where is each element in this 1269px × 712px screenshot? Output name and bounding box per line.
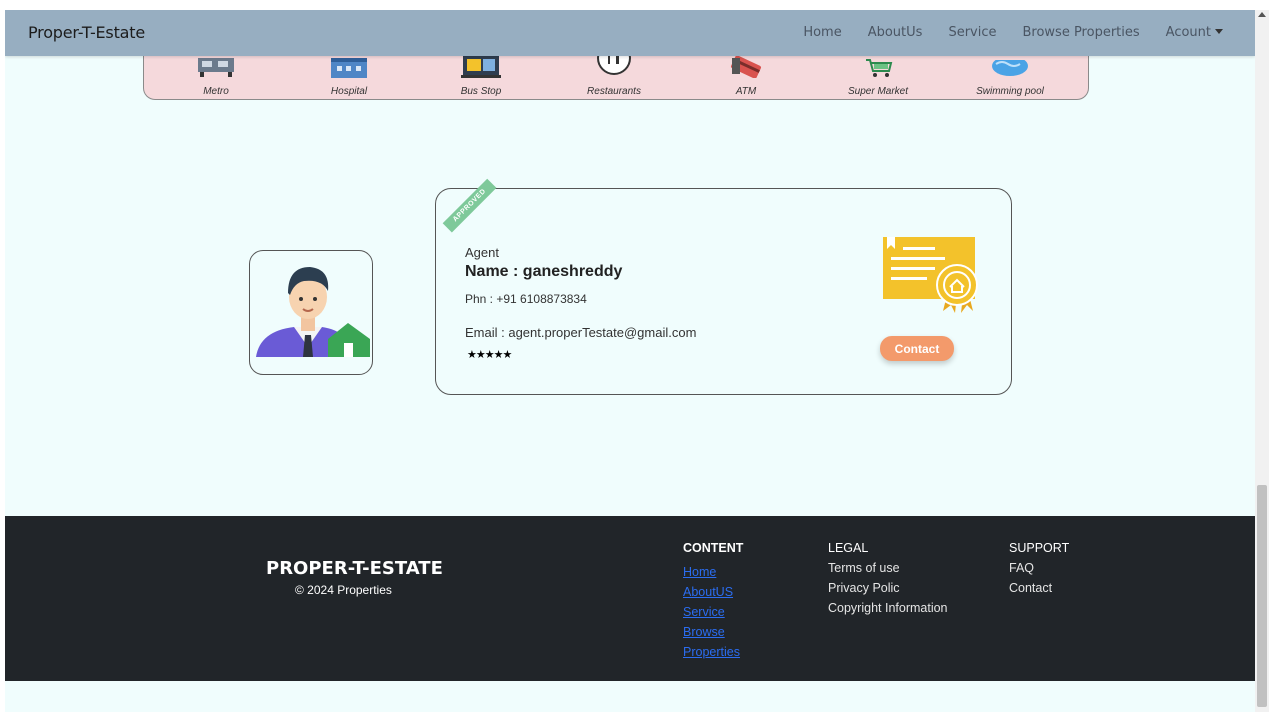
agent-name: Name : ganeshreddy xyxy=(465,263,623,280)
nav-home[interactable]: Home xyxy=(803,25,841,40)
footer-support-column: SUPPORT FAQ Contact xyxy=(1009,538,1069,598)
footer-privacy-link[interactable]: Privacy Polic xyxy=(828,578,948,598)
amenity-label: Metro xyxy=(203,86,229,97)
footer-link-aboutus[interactable]: AboutUS xyxy=(683,582,743,602)
footer-link-service[interactable]: Service xyxy=(683,602,743,622)
agent-avatar-icon xyxy=(256,267,370,357)
footer-copyright: © 2024 Properties xyxy=(295,583,392,597)
footer: PROPER-T-ESTATE © 2024 Properties CONTEN… xyxy=(5,516,1255,681)
footer-faq-link[interactable]: FAQ xyxy=(1009,558,1069,578)
contact-button[interactable]: Contact xyxy=(880,336,954,361)
scroll-thumb[interactable] xyxy=(1257,485,1267,707)
nav-browse-properties[interactable]: Browse Properties xyxy=(1022,25,1139,40)
navbar-brand[interactable]: Proper-T-Estate xyxy=(28,23,145,42)
agent-label: Agent xyxy=(465,245,499,260)
caret-down-icon xyxy=(1215,29,1223,34)
agent-phone: Phn : +91 6108873834 xyxy=(465,292,587,306)
navbar: Proper-T-Estate Home AboutUs Service Bro… xyxy=(5,10,1255,56)
nav-account-dropdown[interactable]: Acount xyxy=(1166,25,1223,40)
footer-link-browse[interactable]: Browse xyxy=(683,622,743,642)
agent-avatar xyxy=(249,250,373,375)
footer-link-properties[interactable]: Properties xyxy=(683,642,743,662)
footer-link-home[interactable]: Home xyxy=(683,562,743,582)
amenity-label: Swimming pool xyxy=(976,86,1044,97)
amenity-label: Hospital xyxy=(330,86,368,97)
agent-rating-stars: ★★★★★ xyxy=(467,349,512,361)
nav-service[interactable]: Service xyxy=(948,25,996,40)
footer-contact-link[interactable]: Contact xyxy=(1009,578,1069,598)
nav-aboutus[interactable]: AboutUs xyxy=(868,25,923,40)
footer-content-heading: CONTENT xyxy=(683,541,744,555)
amenity-label: Restaurants xyxy=(587,86,641,97)
page: Proper-T-Estate Home AboutUs Service Bro… xyxy=(5,10,1255,712)
amenity-label: ATM xyxy=(735,86,757,97)
scroll-up-arrow-icon[interactable] xyxy=(1258,12,1266,17)
vertical-scrollbar[interactable] xyxy=(1255,10,1269,712)
footer-content-column: CONTENT Home AboutUS Service Browse Prop… xyxy=(683,538,743,662)
footer-terms-link[interactable]: Terms of use xyxy=(828,558,948,578)
footer-brand: PROPER-T-ESTATE xyxy=(266,558,443,579)
agent-card: APPROVED Agent Name : ganeshreddy Phn : … xyxy=(435,178,1012,395)
approved-badge: APPROVED xyxy=(442,178,497,233)
certificate-icon xyxy=(881,235,981,320)
footer-legal-column: LEGAL Terms of use Privacy Polic Copyrig… xyxy=(828,538,948,618)
amenity-label: Super Market xyxy=(847,86,909,97)
nav-links: Home AboutUs Service Browse Properties A… xyxy=(803,25,1223,40)
footer-copyright-info-link[interactable]: Copyright Information xyxy=(828,598,948,618)
agent-email: Email : agent.properTestate@gmail.com xyxy=(465,325,697,340)
footer-support-heading: SUPPORT xyxy=(1009,541,1070,555)
footer-legal-heading: LEGAL xyxy=(828,541,869,555)
amenity-label: Bus Stop xyxy=(460,86,502,97)
nav-account-label: Acount xyxy=(1165,25,1211,40)
